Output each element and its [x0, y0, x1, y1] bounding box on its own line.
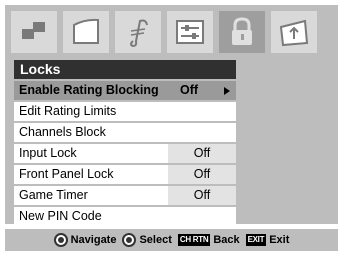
- display-icon[interactable]: [62, 10, 110, 54]
- help-bar: Navigate Select CH RTN Back EXIT Exit: [5, 229, 338, 251]
- menu-item-value: Off: [168, 144, 236, 163]
- menu-item-front-panel-lock[interactable]: Front Panel Lock Off: [14, 165, 236, 184]
- menu-item-label: Edit Rating Limits: [19, 104, 117, 118]
- menu-item-value: Off: [168, 186, 236, 205]
- arrow-right-icon: [224, 86, 230, 95]
- setup-icon[interactable]: [166, 10, 214, 54]
- menu-item-label: Input Lock: [19, 146, 77, 160]
- menu-item-channels-block[interactable]: Channels Block: [14, 123, 236, 142]
- menu-item-label: Game Timer: [19, 188, 88, 202]
- select-label: Select: [139, 234, 172, 246]
- navigate-pad-icon: [53, 233, 68, 247]
- locks-menu: Enable Rating Blocking Off Edit Rating L…: [14, 81, 236, 226]
- menu-item-new-pin-code[interactable]: New PIN Code: [14, 207, 236, 226]
- back-hint: CH RTN Back: [177, 234, 240, 246]
- menu-item-input-lock[interactable]: Input Lock Off: [14, 144, 236, 163]
- menu-item-value-text: Off: [180, 83, 199, 97]
- exit-label: Exit: [269, 234, 290, 246]
- exit-hint: EXIT Exit: [245, 234, 290, 246]
- back-label: Back: [213, 234, 240, 246]
- audio-note-icon[interactable]: [114, 10, 162, 54]
- menu-item-value: Off: [168, 81, 236, 100]
- menu-item-label: Front Panel Lock: [19, 167, 114, 181]
- menu-item-game-timer[interactable]: Game Timer Off: [14, 186, 236, 205]
- menu-icon-bar: [10, 10, 333, 56]
- menu-item-value: Off: [168, 165, 236, 184]
- tv-menu-screen: Locks Enable Rating Blocking Off Edit Ra…: [0, 0, 343, 254]
- menu-item-label: Enable Rating Blocking: [19, 83, 159, 97]
- menu-title: Locks: [14, 60, 236, 79]
- menu-item-label: New PIN Code: [19, 209, 102, 223]
- picture-icon[interactable]: [10, 10, 58, 54]
- menu-item-enable-rating-blocking[interactable]: Enable Rating Blocking Off: [14, 81, 236, 100]
- menu-item-edit-rating-limits[interactable]: Edit Rating Limits: [14, 102, 236, 121]
- select-button-icon: [122, 233, 137, 247]
- ch-rtn-key-icon: CH RTN: [177, 234, 211, 246]
- select-hint: Select: [122, 233, 172, 247]
- navigate-label: Navigate: [70, 234, 117, 246]
- exit-key-icon: EXIT: [245, 234, 267, 246]
- application-icon[interactable]: [270, 10, 318, 54]
- lock-icon[interactable]: [218, 10, 266, 54]
- navigate-hint: Navigate: [53, 233, 117, 247]
- menu-item-label: Channels Block: [19, 125, 106, 139]
